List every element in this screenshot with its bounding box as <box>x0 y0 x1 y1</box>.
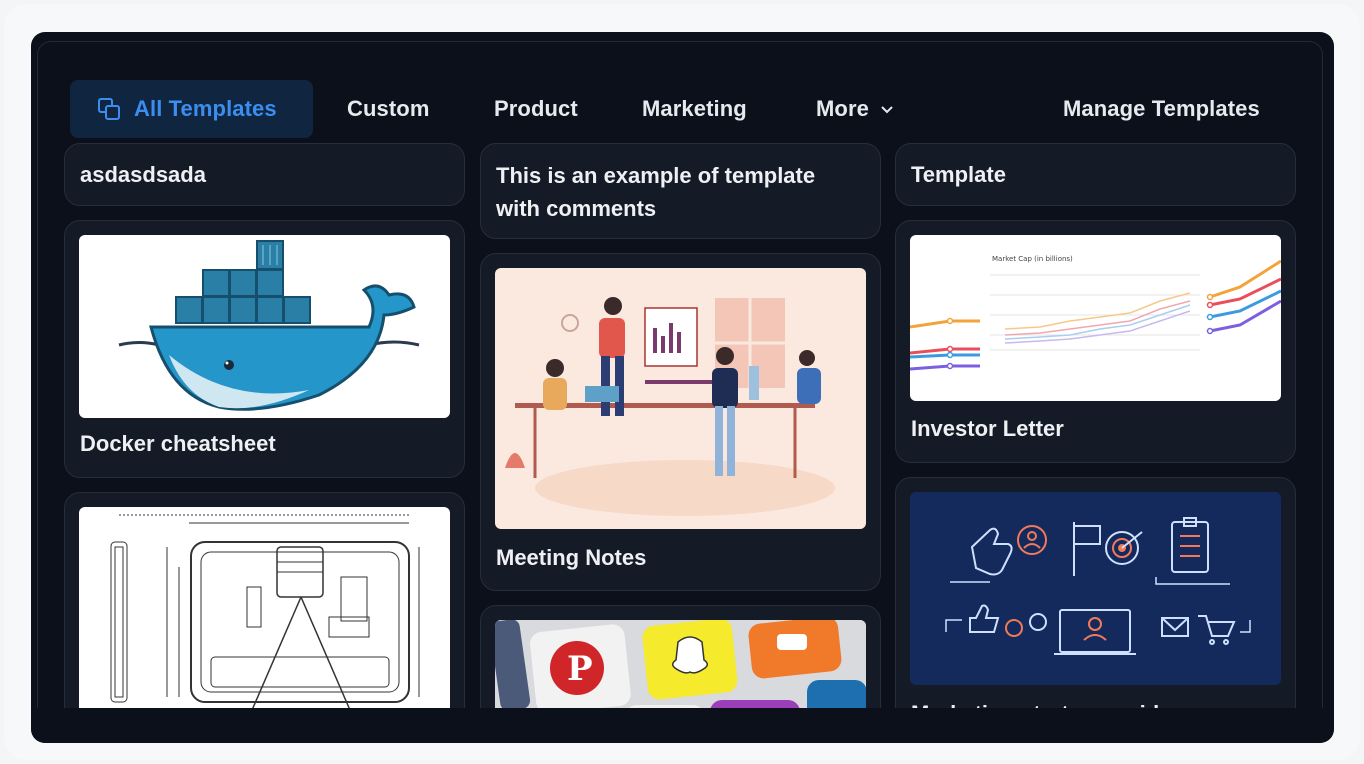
tab-product-label: Product <box>494 96 578 121</box>
tab-more[interactable]: More <box>816 80 895 138</box>
manage-templates-button[interactable]: Manage Templates <box>1063 80 1260 138</box>
template-card-template[interactable]: Template <box>895 143 1296 206</box>
template-card-drawing[interactable] <box>64 492 465 743</box>
templates-window: All Templates Custom Product Marketing M… <box>31 32 1334 743</box>
card-title: Meeting Notes <box>496 545 647 570</box>
technical-drawing-thumbnail <box>79 507 450 717</box>
tab-all-templates[interactable]: All Templates <box>70 80 313 138</box>
card-title: Template <box>911 162 1006 187</box>
template-card-marketing-strategy[interactable]: Marketing strategy guide <box>895 477 1296 743</box>
template-card-example-comments[interactable]: This is an example of template with comm… <box>480 143 881 239</box>
card-title: Docker cheatsheet <box>80 431 276 456</box>
card-title: asdasdsada <box>80 162 206 187</box>
tab-product[interactable]: Product <box>494 80 578 138</box>
template-tabs: All Templates Custom Product Marketing M… <box>70 80 1310 138</box>
template-card-docker[interactable]: Docker cheatsheet <box>64 220 465 478</box>
marketing-icons-image <box>945 517 1251 655</box>
template-card-investor-letter[interactable]: Market Cap (in billions) Investor Letter <box>895 220 1296 463</box>
tab-marketing-label: Marketing <box>642 96 747 121</box>
card-title: Investor Letter <box>911 416 1064 441</box>
template-card-asdasdsada[interactable]: asdasdsada <box>64 143 465 206</box>
templates-panel: All Templates Custom Product Marketing M… <box>37 41 1323 743</box>
tab-custom-label: Custom <box>347 96 430 121</box>
meeting-notes-thumbnail <box>495 268 866 529</box>
copy-icon <box>98 98 120 120</box>
tab-more-label: More <box>816 96 869 121</box>
marketing-strategy-thumbnail <box>910 492 1281 685</box>
bottom-mask <box>31 708 1334 743</box>
market-cap-chart-image: Market Cap (in billions) <box>910 255 1281 371</box>
meeting-illustration <box>505 297 835 516</box>
card-title: This is an example of template with comm… <box>496 163 816 221</box>
docker-thumbnail <box>79 235 450 418</box>
template-card-meeting-notes[interactable]: Meeting Notes <box>480 253 881 591</box>
svg-text:P: P <box>567 649 593 689</box>
docker-whale-image <box>118 240 420 411</box>
manage-templates-label: Manage Templates <box>1063 96 1260 121</box>
tab-custom[interactable]: Custom <box>347 80 430 138</box>
investor-letter-thumbnail: Market Cap (in billions) <box>910 235 1281 401</box>
tab-marketing[interactable]: Marketing <box>642 80 747 138</box>
tab-all-templates-label: All Templates <box>134 96 277 121</box>
chevron-down-icon <box>881 106 893 114</box>
technical-drawing-image <box>110 514 420 717</box>
svg-text:Market Cap (in billions): Market Cap (in billions) <box>992 255 1073 263</box>
